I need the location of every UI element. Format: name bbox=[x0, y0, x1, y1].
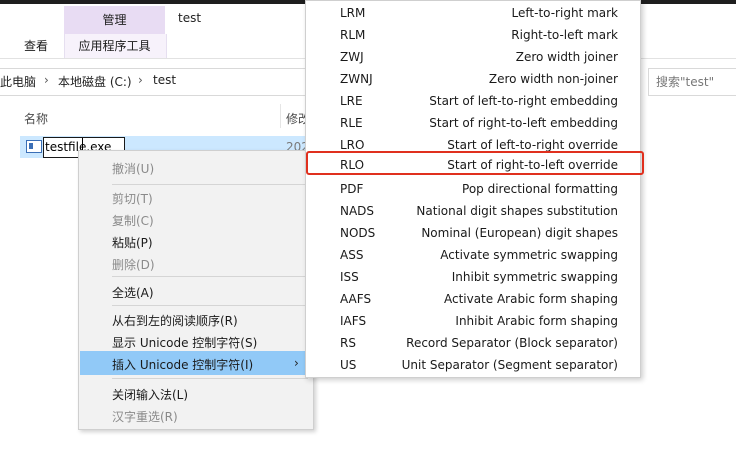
menu-separator bbox=[112, 276, 308, 277]
submenu-item-desc[interactable]: Zero width joiner bbox=[516, 50, 618, 64]
submenu-item-code[interactable]: PDF bbox=[340, 182, 363, 196]
submenu-item-desc[interactable]: Right-to-left mark bbox=[511, 28, 618, 42]
submenu-item-code[interactable]: LRE bbox=[340, 94, 363, 108]
search-input[interactable]: 搜索"test" bbox=[656, 73, 714, 90]
submenu-item-desc[interactable]: Inhibit Arabic form shaping bbox=[455, 314, 618, 328]
menu-item-undo[interactable]: 撤消(U) bbox=[112, 160, 154, 177]
submenu-item-code[interactable]: RLM bbox=[340, 28, 365, 42]
submenu-item-desc[interactable]: Unit Separator (Segment separator) bbox=[402, 358, 618, 372]
breadcrumb-separator[interactable]: › bbox=[44, 73, 49, 87]
menu-separator bbox=[112, 184, 308, 185]
tab-view[interactable]: 查看 bbox=[14, 34, 58, 58]
menu-item-insert-unicode-control[interactable]: 插入 Unicode 控制字符(I) bbox=[112, 356, 253, 373]
menu-separator bbox=[112, 378, 308, 379]
submenu-item-code[interactable]: LRM bbox=[340, 6, 365, 20]
submenu-item-desc[interactable]: Start of left-to-right embedding bbox=[429, 94, 618, 108]
submenu-item-code[interactable]: RS bbox=[340, 336, 356, 350]
submenu-item-desc[interactable]: Start of right-to-left embedding bbox=[429, 116, 618, 130]
submenu-item-code[interactable]: ISS bbox=[340, 270, 359, 284]
submenu-item-desc[interactable]: Activate symmetric swapping bbox=[440, 248, 618, 262]
breadcrumb-test[interactable]: test bbox=[153, 73, 176, 87]
menu-item-show-unicode-control[interactable]: 显示 Unicode 控制字符(S) bbox=[112, 334, 257, 351]
menu-separator bbox=[112, 305, 308, 306]
menu-item-select-all[interactable]: 全选(A) bbox=[112, 284, 154, 301]
submenu-item-desc[interactable]: Left-to-right mark bbox=[512, 6, 618, 20]
tab-manage[interactable]: 管理 bbox=[64, 6, 165, 34]
menu-item-close-ime[interactable]: 关闭输入法(L) bbox=[112, 386, 188, 403]
submenu-item-code-rlo[interactable]: RLO bbox=[340, 158, 364, 172]
submenu-item-code[interactable]: ASS bbox=[340, 248, 363, 262]
breadcrumb-this-pc[interactable]: 此电脑 bbox=[0, 73, 36, 90]
breadcrumb-local-disk[interactable]: 本地磁盘 (C:) bbox=[58, 73, 132, 90]
menu-item-paste[interactable]: 粘贴(P) bbox=[112, 234, 153, 251]
submenu-item-code[interactable]: ZWNJ bbox=[340, 72, 373, 86]
submenu-item-code[interactable]: NODS bbox=[340, 226, 375, 240]
submenu-item-code[interactable]: LRO bbox=[340, 138, 364, 152]
submenu-item-code[interactable]: US bbox=[340, 358, 356, 372]
menu-item-rtl-reading-order[interactable]: 从右到左的阅读顺序(R) bbox=[112, 312, 238, 329]
column-header-name[interactable]: 名称 bbox=[24, 110, 48, 127]
menu-item-copy[interactable]: 复制(C) bbox=[112, 212, 154, 229]
submenu-item-code[interactable]: NADS bbox=[340, 204, 374, 218]
submenu-item-desc[interactable]: Pop directional formatting bbox=[462, 182, 618, 196]
submenu-item-desc[interactable]: Zero width non-joiner bbox=[489, 72, 618, 86]
submenu-arrow-icon: › bbox=[294, 356, 299, 370]
submenu-item-desc-rlo[interactable]: Start of right-to-left override bbox=[447, 158, 618, 172]
submenu-item-desc[interactable]: Inhibit symmetric swapping bbox=[452, 270, 618, 284]
column-divider[interactable] bbox=[280, 104, 281, 128]
submenu-item-desc[interactable]: Record Separator (Block separator) bbox=[406, 336, 618, 350]
menu-item-reconvert[interactable]: 汉字重选(R) bbox=[112, 408, 178, 425]
exe-file-icon bbox=[26, 140, 42, 153]
submenu-item-desc[interactable]: Start of left-to-right override bbox=[447, 138, 618, 152]
menu-item-delete[interactable]: 删除(D) bbox=[112, 256, 155, 273]
submenu-item-code[interactable]: IAFS bbox=[340, 314, 366, 328]
submenu-item-desc[interactable]: Nominal (European) digit shapes bbox=[421, 226, 618, 240]
breadcrumb-separator[interactable]: › bbox=[138, 73, 143, 87]
submenu-item-code[interactable]: ZWJ bbox=[340, 50, 364, 64]
window-title: test bbox=[178, 11, 202, 25]
menu-item-cut[interactable]: 剪切(T) bbox=[112, 190, 153, 207]
submenu-item-code[interactable]: RLE bbox=[340, 116, 363, 130]
submenu-item-code[interactable]: AAFS bbox=[340, 292, 371, 306]
submenu-item-desc[interactable]: Activate Arabic form shaping bbox=[444, 292, 618, 306]
tab-app-tools[interactable]: 应用程序工具 bbox=[64, 34, 165, 58]
submenu-item-desc[interactable]: National digit shapes substitution bbox=[416, 204, 618, 218]
